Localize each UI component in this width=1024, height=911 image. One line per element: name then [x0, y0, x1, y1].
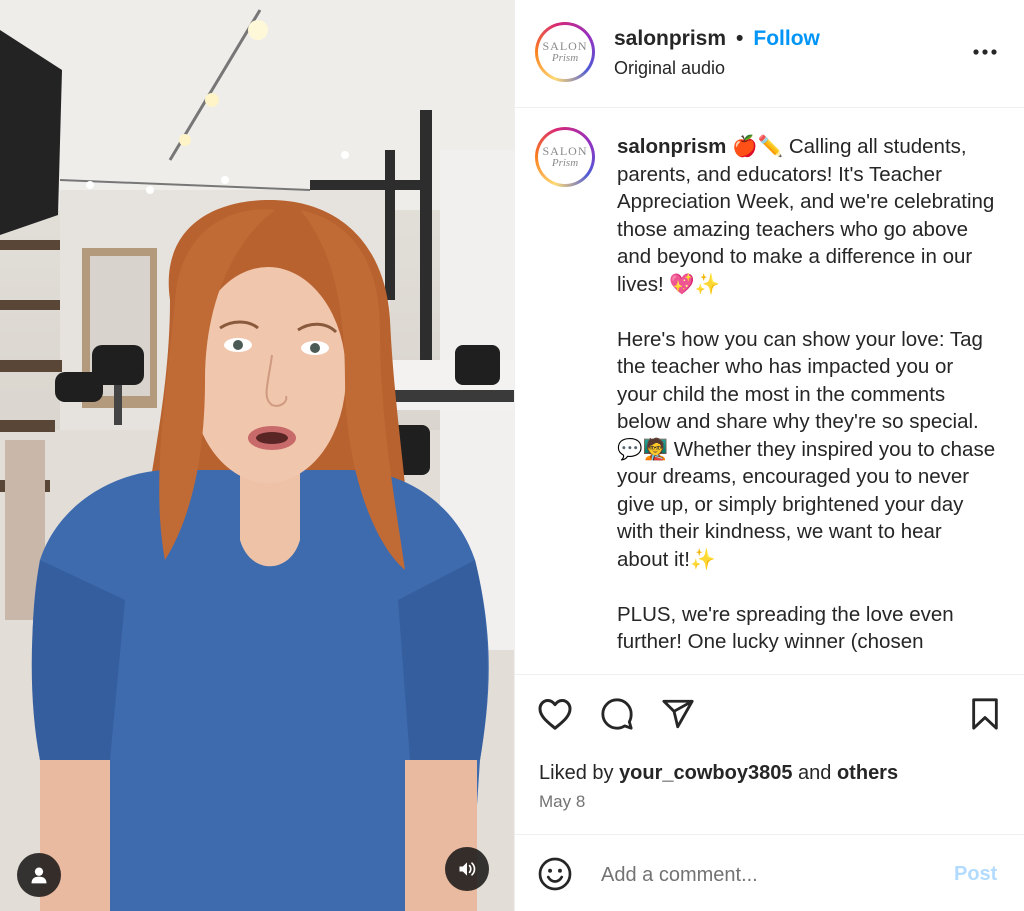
audio-toggle-button[interactable] [445, 847, 489, 891]
heart-icon [538, 699, 572, 730]
emoji-button[interactable] [537, 856, 573, 897]
tagged-users-button[interactable] [17, 853, 61, 897]
more-options-button[interactable] [971, 38, 999, 66]
caption-scroll-area[interactable]: SALON Prism salonprism 🍎✏️ Calling all s… [515, 108, 1024, 674]
post-actions: Liked by your_cowboy3805 and others May … [515, 674, 1024, 834]
comment-input[interactable] [599, 857, 933, 893]
post-header: SALON Prism salonprism • Follow Original… [515, 0, 1024, 108]
logo-line2: Prism [551, 52, 579, 64]
logo-line1: SALON [542, 144, 588, 158]
video-frame [0, 0, 514, 911]
author-username[interactable]: salonprism [614, 27, 726, 51]
author-avatar[interactable]: SALON Prism [535, 22, 595, 82]
post-comment-button[interactable]: Post [954, 863, 997, 886]
share-button[interactable] [661, 697, 695, 736]
likes-others-link[interactable]: others [837, 762, 898, 784]
smiley-icon [538, 857, 572, 891]
paper-plane-icon [662, 699, 694, 729]
save-button[interactable] [970, 697, 1000, 736]
caption-body: 🍎✏️ Calling all students, parents, and e… [617, 135, 996, 653]
comment-icon [601, 698, 633, 730]
separator-dot: • [736, 27, 744, 50]
post-panel: SALON Prism salonprism • Follow Original… [514, 0, 1024, 911]
bookmark-icon [972, 698, 998, 730]
likes-prefix: Liked by [539, 762, 620, 784]
post-video[interactable] [0, 0, 514, 911]
speaker-icon [459, 862, 476, 876]
logo-line2: Prism [551, 157, 579, 169]
caption-username[interactable]: salonprism [617, 135, 726, 158]
instagram-post-view: SALON Prism salonprism • Follow Original… [0, 0, 1024, 911]
person-icon [31, 867, 47, 884]
follow-button[interactable]: Follow [753, 27, 820, 51]
author-line: salonprism • Follow [614, 27, 820, 51]
caption-text: salonprism 🍎✏️ Calling all students, par… [617, 133, 997, 656]
likes-middle: and [792, 762, 837, 784]
likes-summary: Liked by your_cowboy3805 and others [539, 762, 898, 785]
salon-logo: SALON Prism [540, 132, 590, 182]
logo-line1: SALON [542, 39, 588, 53]
comment-button[interactable] [600, 697, 634, 736]
liked-by-user[interactable]: your_cowboy3805 [619, 762, 792, 784]
comment-composer: Post [515, 834, 1024, 911]
audio-label[interactable]: Original audio [614, 58, 725, 79]
more-horizontal-icon [973, 49, 997, 55]
salon-logo: SALON Prism [540, 27, 590, 77]
post-date[interactable]: May 8 [539, 792, 585, 812]
caption-avatar[interactable]: SALON Prism [535, 127, 595, 187]
like-button[interactable] [537, 697, 573, 736]
